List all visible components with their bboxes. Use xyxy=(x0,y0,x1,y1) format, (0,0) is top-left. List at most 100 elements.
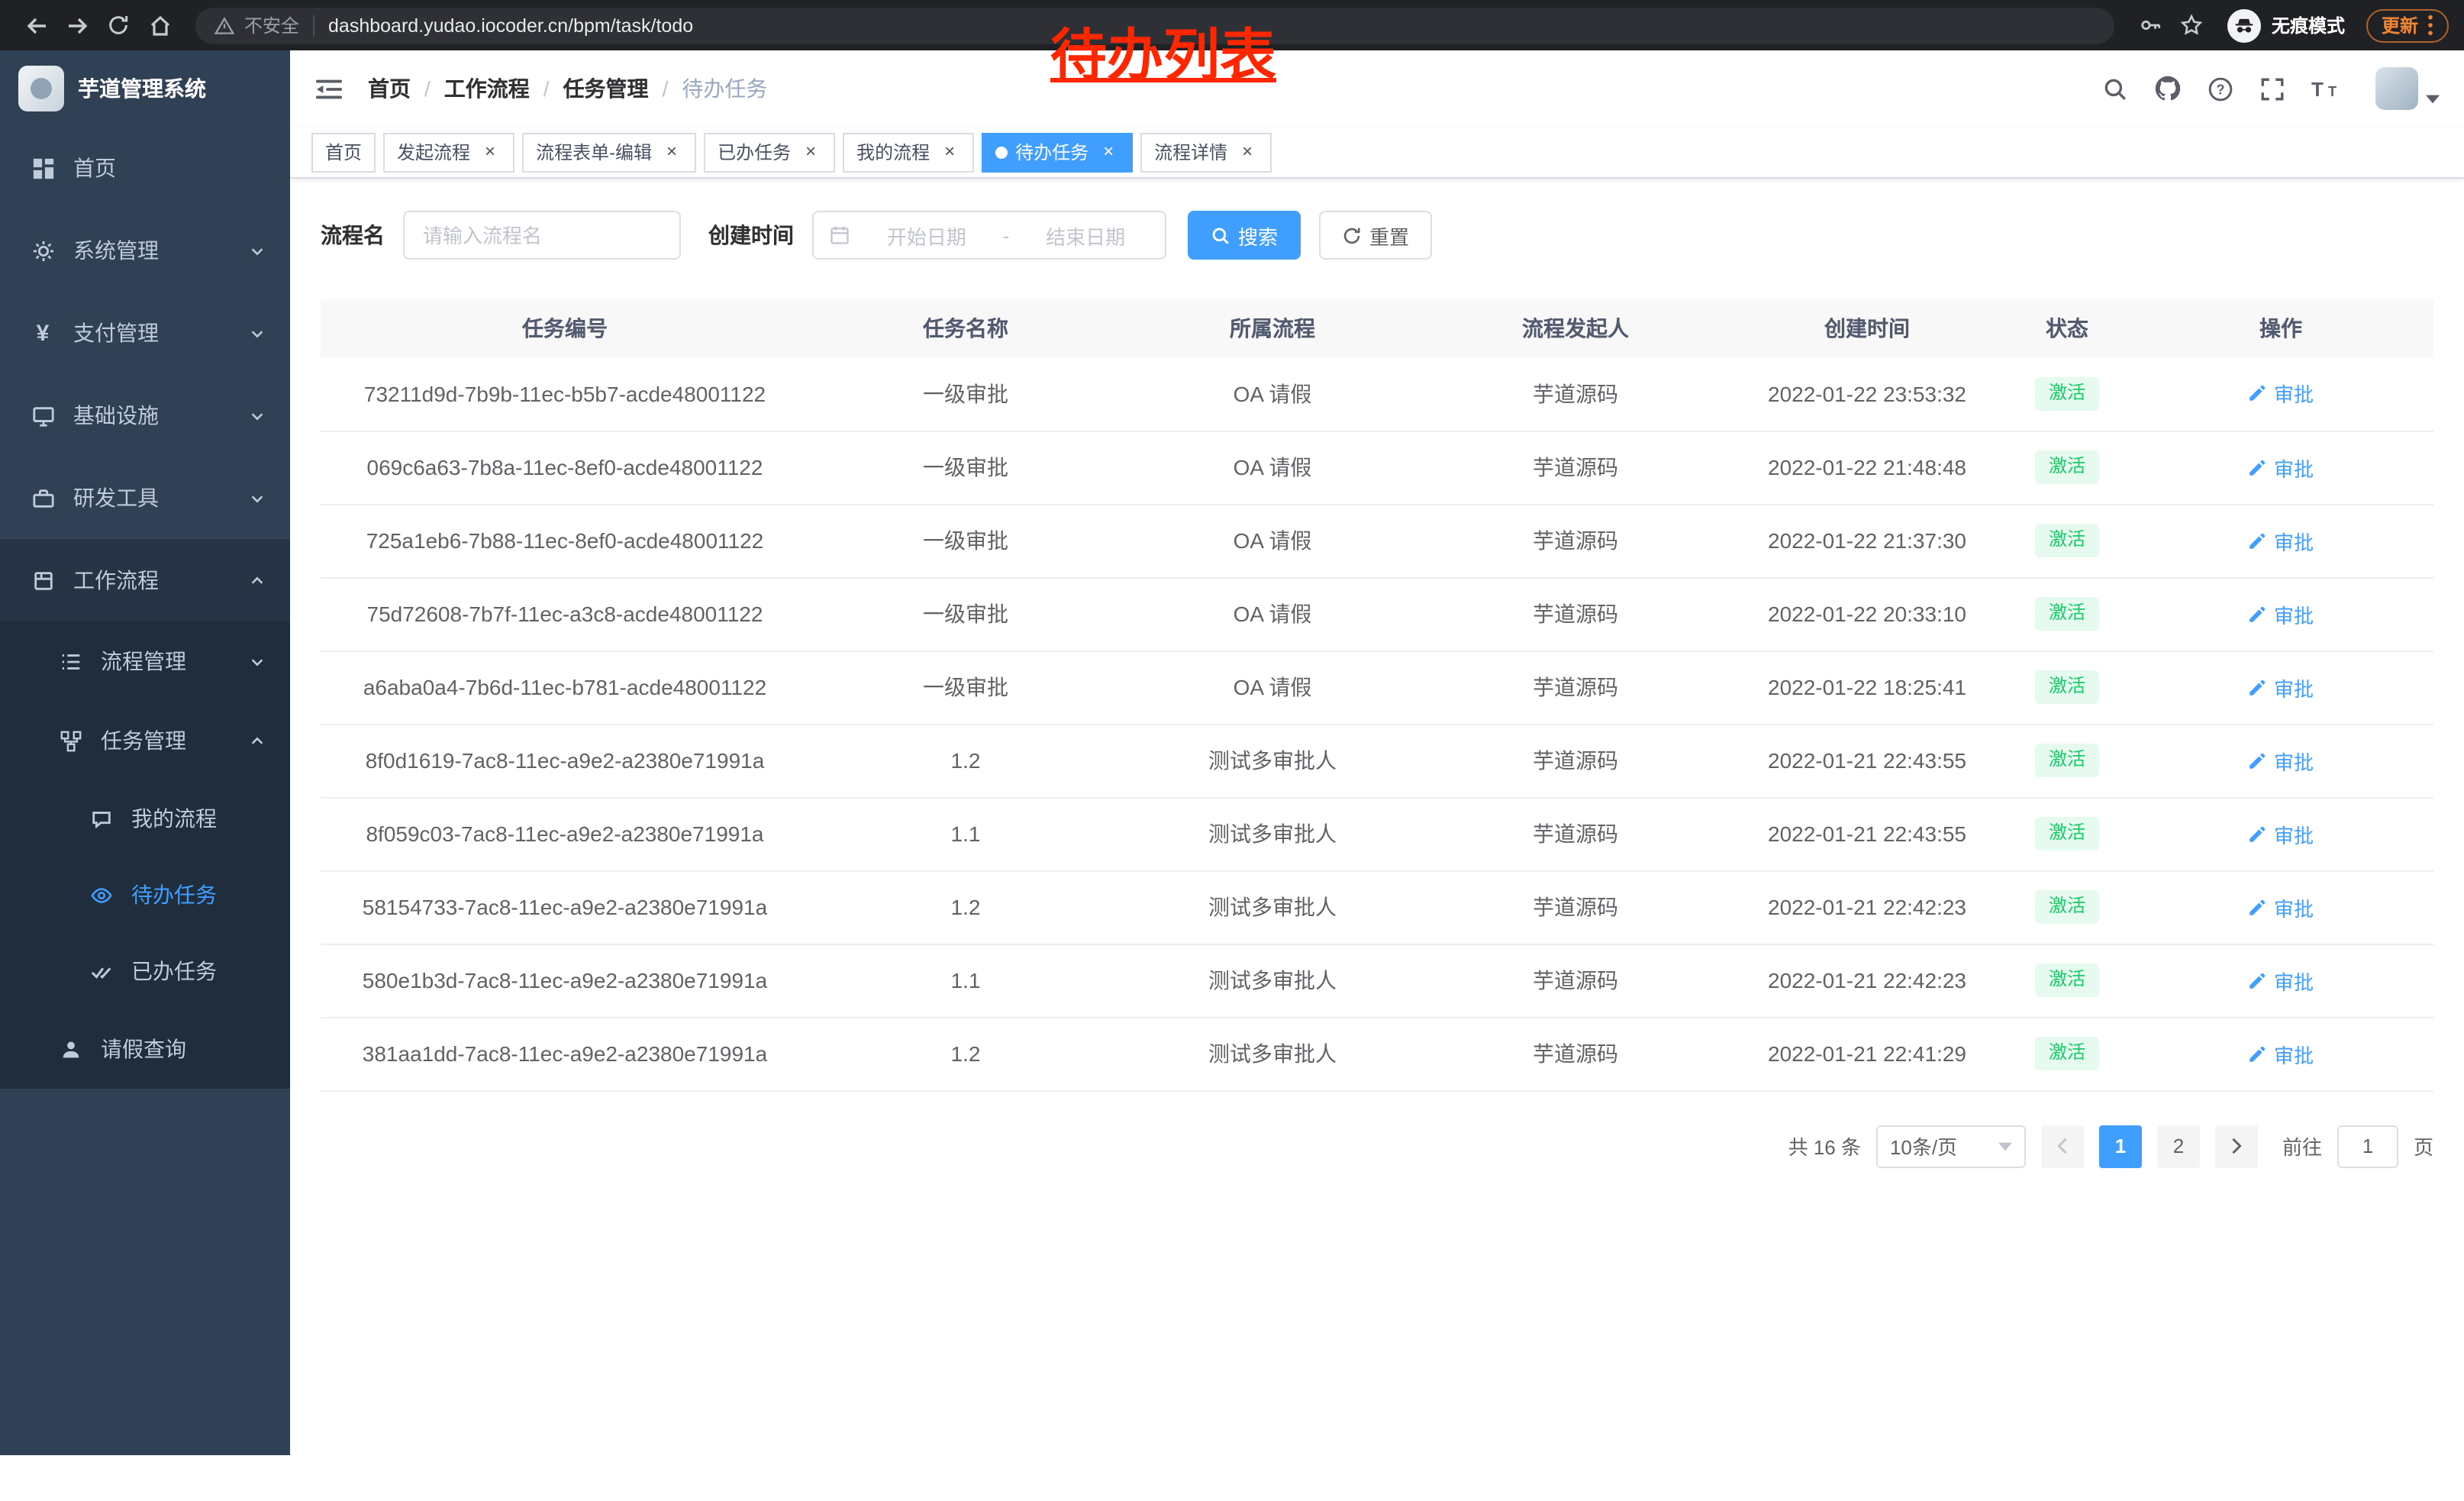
breadcrumb-home[interactable]: 首页 xyxy=(368,73,411,104)
approve-link[interactable]: 审批 xyxy=(2248,599,2314,628)
approve-link[interactable]: 审批 xyxy=(2248,966,2314,995)
task-id-cell: 73211d9d-7b9b-11ec-b5b7-acde48001122 xyxy=(321,357,809,431)
back-icon[interactable] xyxy=(15,5,56,46)
bookmark-star-icon[interactable] xyxy=(2171,5,2212,46)
caret-down-icon xyxy=(2426,95,2440,110)
approve-link[interactable]: 审批 xyxy=(2248,673,2314,702)
address-bar[interactable]: 不安全 dashboard.yudao.iocoder.cn/bpm/task/… xyxy=(195,7,2114,44)
page-button-1[interactable]: 1 xyxy=(2099,1125,2142,1167)
action-cell: 审批 xyxy=(2128,797,2433,870)
next-page-button[interactable] xyxy=(2215,1125,2258,1167)
task-name-cell: 一级审批 xyxy=(809,577,1122,650)
sidebar-item-payment[interactable]: ¥支付管理 xyxy=(0,292,290,374)
task-id-cell: 069c6a63-7b8a-11ec-8ef0-acde48001122 xyxy=(321,431,809,504)
sidebar-item-label: 工作流程 xyxy=(73,565,249,596)
task-id-cell: 381aa1dd-7ac8-11ec-a9e2-a2380e71991a xyxy=(321,1017,809,1090)
sidebar: 芋道管理系统 首页系统管理¥支付管理基础设施研发工具工作流程流程管理任务管理我的… xyxy=(0,50,290,1455)
browser-menu-icon[interactable] xyxy=(2427,14,2433,37)
sidebar-item-infrastructure[interactable]: 基础设施 xyxy=(0,374,290,457)
search-button[interactable]: 搜索 xyxy=(1188,211,1301,260)
create-time-label: 创建时间 xyxy=(708,220,794,250)
sidebar-item-home[interactable]: 首页 xyxy=(0,127,290,209)
sidebar-item-my-process[interactable]: 我的流程 xyxy=(0,780,290,857)
font-size-icon[interactable]: TT xyxy=(2311,76,2343,101)
tab-close-icon[interactable]: × xyxy=(1098,141,1119,163)
home-icon[interactable] xyxy=(139,5,180,46)
dashboard-icon xyxy=(31,156,55,180)
sidebar-item-task-mgmt[interactable]: 任务管理 xyxy=(0,701,290,780)
create-time-cell: 2022-01-22 23:53:32 xyxy=(1728,357,2006,431)
task-id-cell: 8f0d1619-7ac8-11ec-a9e2-a2380e71991a xyxy=(321,724,809,797)
tab-close-icon[interactable]: × xyxy=(661,141,682,163)
help-icon[interactable]: ? xyxy=(2208,76,2233,102)
approve-link[interactable]: 审批 xyxy=(2248,1039,2314,1068)
prev-page-button[interactable] xyxy=(2041,1125,2084,1167)
approve-link-label: 审批 xyxy=(2274,893,2314,922)
address-divider xyxy=(313,15,314,36)
tab-item-3[interactable]: 已办任务× xyxy=(704,132,835,172)
sidebar-item-workflow[interactable]: 工作流程 xyxy=(0,539,290,621)
sidebar-item-todo-task[interactable]: 待办任务 xyxy=(0,857,290,933)
key-icon[interactable] xyxy=(2130,5,2171,46)
edit-icon xyxy=(2248,970,2268,990)
approve-link[interactable]: 审批 xyxy=(2248,893,2314,922)
forward-icon[interactable] xyxy=(56,5,98,46)
approve-link[interactable]: 审批 xyxy=(2248,819,2314,848)
status-badge: 激活 xyxy=(2035,964,2099,996)
approve-link[interactable]: 审批 xyxy=(2248,453,2314,482)
app-logo[interactable]: 芋道管理系统 xyxy=(0,50,290,127)
tab-close-icon[interactable]: × xyxy=(800,141,821,163)
tab-item-4[interactable]: 我的流程× xyxy=(843,132,974,172)
start-date-placeholder: 开始日期 xyxy=(863,221,991,250)
task-name-cell: 1.2 xyxy=(809,724,1122,797)
search-icon[interactable] xyxy=(2102,76,2128,102)
status-cell: 激活 xyxy=(2006,650,2128,724)
approve-link[interactable]: 审批 xyxy=(2248,746,2314,775)
sidebar-item-label: 流程管理 xyxy=(101,646,249,676)
tab-item-6[interactable]: 流程详情× xyxy=(1140,132,1272,172)
approve-link[interactable]: 审批 xyxy=(2248,526,2314,555)
workflow-icon xyxy=(31,568,55,592)
fullscreen-icon[interactable] xyxy=(2259,76,2285,102)
sidebar-item-leave-query[interactable]: 请假查询 xyxy=(0,1009,290,1089)
tab-close-icon[interactable]: × xyxy=(1237,141,1258,163)
tab-close-icon[interactable]: × xyxy=(479,141,501,163)
date-range-picker[interactable]: 开始日期 - 结束日期 xyxy=(812,211,1166,260)
tab-item-0[interactable]: 首页 xyxy=(311,132,376,172)
hamburger-icon[interactable] xyxy=(314,74,343,103)
sidebar-item-system[interactable]: 系统管理 xyxy=(0,209,290,292)
status-cell: 激活 xyxy=(2006,870,2128,944)
starter-cell: 芋道源码 xyxy=(1423,504,1728,577)
chevron-down-icon xyxy=(1998,1141,2012,1151)
tab-item-5[interactable]: 待办任务 × xyxy=(982,132,1133,172)
table-body: 73211d9d-7b9b-11ec-b5b7-acde48001122 一级审批… xyxy=(321,357,2433,1090)
tab-item-1[interactable]: 发起流程× xyxy=(383,132,514,172)
tab-item-2[interactable]: 流程表单-编辑× xyxy=(522,132,696,172)
security-warning-icon xyxy=(214,15,235,36)
column-header-4: 创建时间 xyxy=(1728,299,2006,357)
reset-button[interactable]: 重置 xyxy=(1319,211,1432,260)
pagination: 共 16 条 10条/页 1 2 前往 页 xyxy=(321,1125,2433,1167)
breadcrumb-task-mgmt[interactable]: 任务管理 xyxy=(563,73,649,104)
tab-label: 待办任务 xyxy=(1015,139,1088,165)
breadcrumb-workflow[interactable]: 工作流程 xyxy=(444,73,530,104)
column-header-2: 所属流程 xyxy=(1122,299,1423,357)
approve-link[interactable]: 审批 xyxy=(2248,379,2314,408)
sidebar-item-label: 研发工具 xyxy=(73,483,249,513)
starter-cell: 芋道源码 xyxy=(1423,577,1728,650)
process-cell: OA 请假 xyxy=(1122,431,1423,504)
github-icon[interactable] xyxy=(2154,75,2182,102)
process-cell: OA 请假 xyxy=(1122,650,1423,724)
sidebar-item-process-mgmt[interactable]: 流程管理 xyxy=(0,621,290,701)
sidebar-item-devtools[interactable]: 研发工具 xyxy=(0,457,290,539)
yen-icon: ¥ xyxy=(31,321,55,345)
process-name-input[interactable] xyxy=(403,211,681,260)
goto-page-input[interactable] xyxy=(2337,1125,2398,1167)
page-size-select[interactable]: 10条/页 xyxy=(1876,1125,2026,1167)
browser-update-button[interactable]: 更新 xyxy=(2366,8,2449,42)
reload-icon[interactable] xyxy=(98,5,139,46)
sidebar-item-done-task[interactable]: 已办任务 xyxy=(0,933,290,1009)
user-menu[interactable] xyxy=(2375,67,2440,110)
page-button-2[interactable]: 2 xyxy=(2157,1125,2200,1167)
tab-close-icon[interactable]: × xyxy=(939,141,960,163)
